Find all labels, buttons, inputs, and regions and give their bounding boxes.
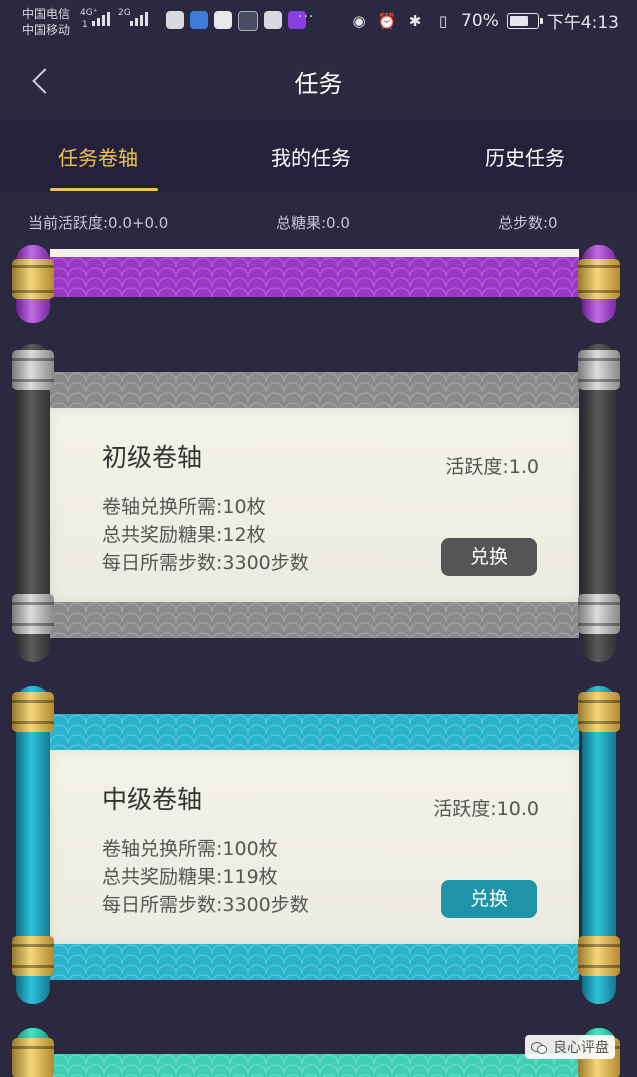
watermark-text: 良心评盘 xyxy=(553,1040,609,1056)
scroll-fabric-top xyxy=(50,372,579,412)
battery-percent: 70% xyxy=(461,10,499,31)
nav-bar: 任务 xyxy=(0,44,637,120)
scroll-title: 初级卷轴 xyxy=(102,443,203,472)
carrier-2: 中国移动 xyxy=(22,23,71,37)
wechat-icon xyxy=(531,1040,547,1054)
scroll-rod-right xyxy=(578,245,620,323)
scroll-title: 中级卷轴 xyxy=(102,785,203,814)
scroll-cost: 卷轴兑换所需:10枚 xyxy=(102,496,266,518)
status-bar: 中国电信 中国移动 4G⁺ 1 2G ··· ◉ ⏰ ✱ ▯ 70% 下午4:1… xyxy=(0,0,637,44)
scroll-rod-left xyxy=(12,686,54,1004)
scroll-card-intermediate: 中级卷轴 活跃度:10.0 卷轴兑换所需:100枚 总共奖励糖果:119枚 每日… xyxy=(0,686,637,1006)
activity-stat: 当前活跃度:0.0+0.0 xyxy=(28,214,169,232)
scroll-activity: 活跃度:1.0 xyxy=(445,456,539,478)
scroll-paper-edge xyxy=(50,249,579,257)
scroll-steps: 每日所需步数:3300步数 xyxy=(102,552,309,574)
more-notifications-icon: ··· xyxy=(298,9,315,25)
scroll-rod-right xyxy=(578,344,620,662)
signal-icon xyxy=(92,12,110,26)
scroll-activity: 活跃度:10.0 xyxy=(433,798,539,820)
vibrate-icon: ▯ xyxy=(438,11,448,30)
carrier-1: 中国电信 xyxy=(22,7,71,21)
tab-bar: 任务卷轴 我的任务 历史任务 xyxy=(0,120,637,192)
app-notification-icon xyxy=(238,11,258,31)
scroll-card-basic: 初级卷轴 活跃度:1.0 卷轴兑换所需:10枚 总共奖励糖果:12枚 每日所需步… xyxy=(0,344,637,664)
watermark: 良心评盘 xyxy=(525,1035,615,1059)
bluetooth-icon: ✱ xyxy=(408,11,422,30)
scroll-rod-left xyxy=(12,1028,54,1077)
network-sub-1: 1 xyxy=(82,20,88,30)
app-notification-icon xyxy=(214,11,232,29)
shield-icon xyxy=(190,11,208,29)
scroll-reward: 总共奖励糖果:12枚 xyxy=(102,524,266,546)
notification-icons xyxy=(166,11,306,31)
eye-icon: ◉ xyxy=(352,11,366,30)
scroll-purple-partial xyxy=(0,245,637,325)
active-tab-indicator xyxy=(50,188,158,191)
exchange-button[interactable]: 兑换 xyxy=(441,538,537,576)
scroll-fabric xyxy=(50,257,579,297)
scroll-fabric-top xyxy=(50,714,579,754)
battery-icon xyxy=(506,12,543,29)
audio-icon xyxy=(264,11,282,29)
tab-history-tasks[interactable]: 历史任务 xyxy=(485,142,565,171)
clock: 下午4:13 xyxy=(546,13,619,33)
scroll-rod-right xyxy=(578,686,620,1004)
status-right: ◉ ⏰ ✱ ▯ 70% 下午4:13 xyxy=(349,8,619,34)
steps-stat: 总步数:0 xyxy=(498,214,558,232)
signal-icon-2 xyxy=(130,12,148,26)
exchange-button[interactable]: 兑换 xyxy=(441,880,537,918)
scroll-cost: 卷轴兑换所需:100枚 xyxy=(102,838,278,860)
network-type-2: 2G xyxy=(118,8,131,18)
carrier-label: 中国电信 中国移动 xyxy=(22,6,70,38)
scroll-paper: 中级卷轴 活跃度:10.0 卷轴兑换所需:100枚 总共奖励糖果:119枚 每日… xyxy=(50,750,579,946)
app-notification-icon xyxy=(166,11,184,29)
scroll-paper: 初级卷轴 活跃度:1.0 卷轴兑换所需:10枚 总共奖励糖果:12枚 每日所需步… xyxy=(50,408,579,604)
scroll-reward: 总共奖励糖果:119枚 xyxy=(102,866,278,888)
scroll-fabric-bottom xyxy=(50,602,579,638)
alarm-icon: ⏰ xyxy=(377,11,397,30)
page-title: 任务 xyxy=(294,70,343,98)
scroll-fabric-bottom xyxy=(50,944,579,980)
tab-scroll-tasks[interactable]: 任务卷轴 xyxy=(58,142,138,171)
scroll-steps: 每日所需步数:3300步数 xyxy=(102,894,309,916)
tab-my-tasks[interactable]: 我的任务 xyxy=(271,142,351,171)
scroll-rod-left xyxy=(12,245,54,323)
candy-stat: 总糖果:0.0 xyxy=(276,214,350,232)
scroll-fabric xyxy=(50,1054,579,1077)
scroll-rod-left xyxy=(12,344,54,662)
